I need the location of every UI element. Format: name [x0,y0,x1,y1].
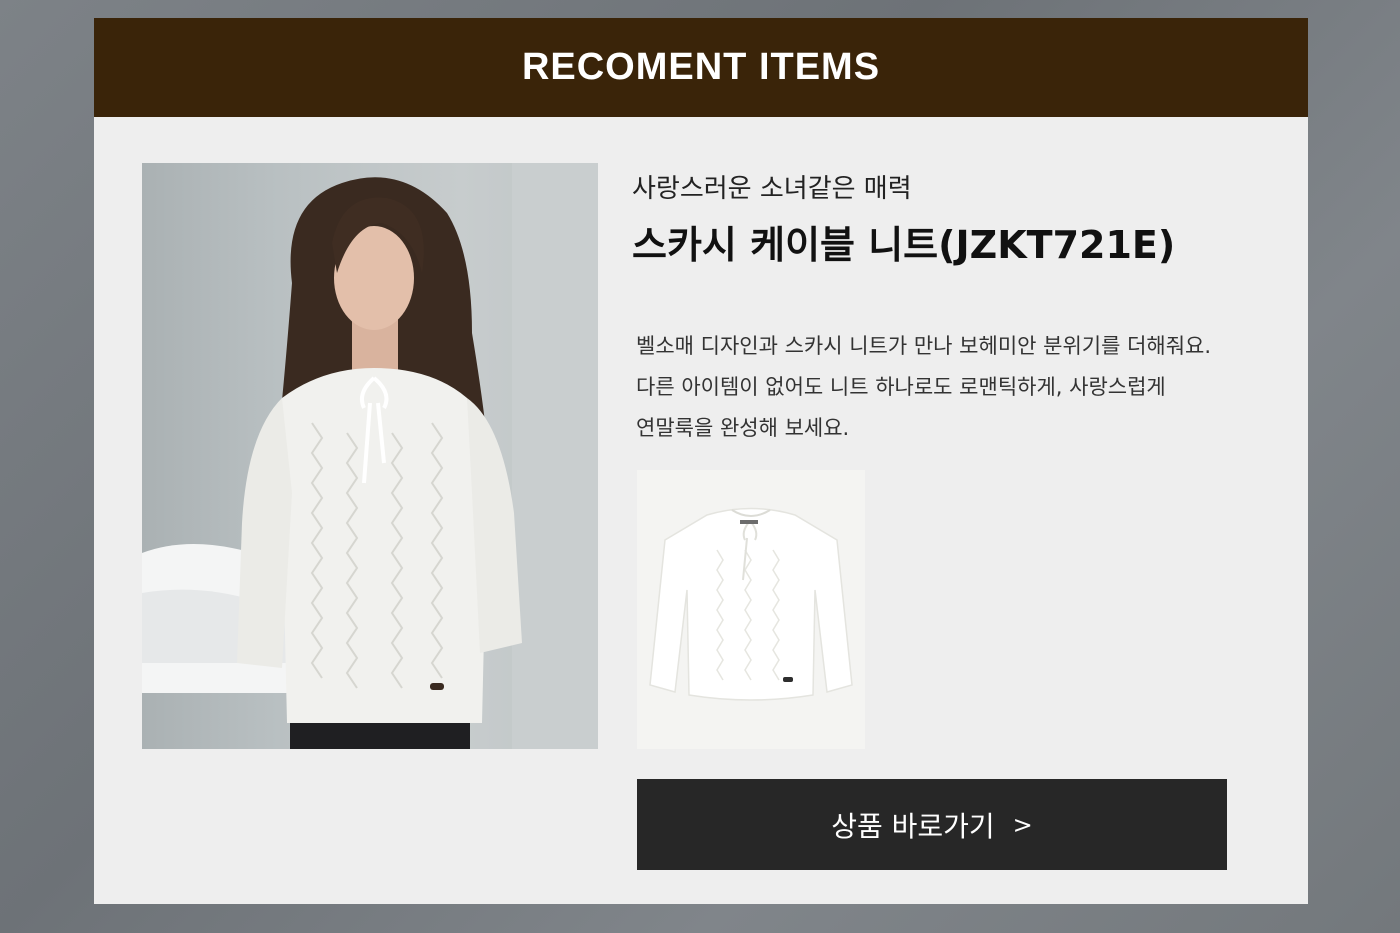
section-header: RECOMENT ITEMS [94,18,1308,117]
description-line: 연말룩을 완성해 보세요. [636,416,850,440]
product-name: 스카시 케이블 니트(JZKT721E) [632,223,1176,267]
model-photo [142,163,598,749]
section-title: RECOMENT ITEMS [521,46,881,88]
chevron-right-icon: > [1012,810,1033,839]
description-line: 다른 아이템이 없어도 니트 하나로도 로맨틱하게, 사랑스럽게 [636,375,1166,399]
description-line: 벨소매 디자인과 스카시 니트가 만나 보헤미안 분위기를 더해줘요. [636,334,1212,358]
product-photo [637,470,865,749]
product-subtitle: 사랑스러운 소녀같은 매력 [632,174,912,204]
sweater-flatlay [649,507,853,701]
product-description: 벨소매 디자인과 스카시 니트가 만나 보헤미안 분위기를 더해줘요. 다른 아… [636,326,1276,449]
recommend-panel: RECOMENT ITEMS 사랑스러운 소녀같은 매력 스카시 케이블 니트(… [94,18,1308,904]
go-to-product-label: 상품 바로가기 [831,809,995,843]
model-illustration [142,163,598,749]
go-to-product-button[interactable]: 상품 바로가기 > [637,779,1227,870]
